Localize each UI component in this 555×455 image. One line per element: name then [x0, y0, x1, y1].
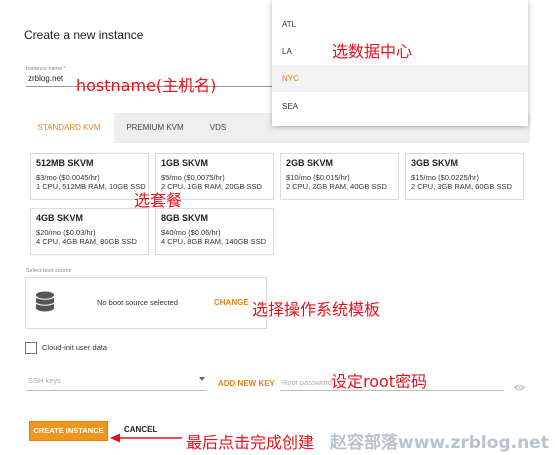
create-instance-panel: Create a new instance Instance name * zr…	[0, 0, 555, 455]
plan-name: 2GB SKVM	[286, 158, 334, 168]
annotation-datacenter: 选数据中心	[332, 42, 413, 61]
tab-vds[interactable]: VDS	[196, 113, 240, 143]
plan-name: 8GB SKVM	[161, 213, 209, 223]
annotation-os: 选择操作系统模板	[252, 300, 381, 319]
plan-specs: 4 CPU, 4GB RAM, 80GB SSD	[36, 237, 137, 246]
annotation-finish: 最后点击完成创建	[186, 433, 315, 452]
plan-name: 1GB SKVM	[161, 158, 209, 168]
plan-price: $20/mo ($0.03/hr)	[36, 228, 96, 237]
plan-name: 4GB SKVM	[36, 213, 84, 223]
plan-specs: 1 CPU, 512MB RAM, 10GB SSD	[36, 182, 146, 191]
datacenter-option-atl[interactable]: ATL	[272, 11, 528, 38]
add-new-key-button[interactable]: ADD NEW KEY	[218, 379, 275, 388]
annotation-arrow-icon	[110, 430, 182, 448]
cloud-init-label: Cloud-init user data	[42, 343, 108, 352]
plan-card-3gb[interactable]: 3GB SKVM $15/mo ($0.0225/hr) 2 CPU, 3GB …	[405, 153, 524, 200]
plan-card-512mb[interactable]: 512MB SKVM $3/mo ($0.0045/hr) 1 CPU, 512…	[30, 153, 149, 200]
chevron-down-icon	[199, 377, 205, 381]
annotation-plan: 选套餐	[134, 191, 183, 210]
datacenter-dropdown: ATL LA NYC SEA	[272, 0, 528, 126]
datacenter-option-nyc[interactable]: NYC	[272, 65, 528, 92]
plan-card-4gb[interactable]: 4GB SKVM $20/mo ($0.03/hr) 4 CPU, 4GB RA…	[30, 208, 149, 255]
ssh-keys-placeholder: SSH keys	[28, 376, 61, 385]
tab-premium-kvm[interactable]: PREMIUM KVM	[114, 113, 196, 143]
plan-price: $5/mo ($0.0075/hr)	[161, 173, 225, 182]
dialog-title: Create a new instance	[24, 28, 144, 42]
ssh-keys-select[interactable]: SSH keys	[26, 374, 207, 391]
plan-name: 512MB SKVM	[36, 158, 94, 168]
create-instance-button[interactable]: CREATE INSTANCE	[29, 421, 108, 441]
plan-name: 3GB SKVM	[411, 158, 459, 168]
plan-price: $3/mo ($0.0045/hr)	[36, 173, 100, 182]
plan-price: $10/mo ($0.015/hr)	[286, 173, 350, 182]
hostname-input[interactable]: zrblog.net	[28, 74, 63, 83]
database-icon	[35, 291, 55, 318]
plan-price: $40/mo ($0.06/hr)	[161, 228, 221, 237]
plan-price: $15/mo ($0.0225/hr)	[411, 173, 479, 182]
eye-icon[interactable]	[513, 379, 526, 397]
plan-specs: 2 CPU, 2GB RAM, 40GB SSD	[286, 182, 387, 191]
change-boot-source-button[interactable]: CHANGE	[214, 298, 249, 307]
plan-card-8gb[interactable]: 8GB SKVM $40/mo ($0.06/hr) 4 CPU, 8GB RA…	[155, 208, 274, 255]
cloud-init-checkbox[interactable]	[25, 342, 37, 354]
annotation-hostname: hostname(主机名)	[76, 76, 217, 95]
tab-standard-kvm[interactable]: STANDARD KVM	[24, 113, 114, 143]
plan-specs: 2 CPU, 3GB RAM, 60GB SSD	[411, 182, 512, 191]
plan-specs: 4 CPU, 8GB RAM, 140GB SSD	[161, 237, 267, 246]
annotation-root: 设定root密码	[331, 372, 428, 391]
plan-card-2gb[interactable]: 2GB SKVM $10/mo ($0.015/hr) 2 CPU, 2GB R…	[280, 153, 399, 200]
hostname-label: Instance name *	[26, 66, 66, 72]
boot-source-label: Select boot source	[26, 268, 72, 274]
watermark: 赵容部落www.zrblog.net	[330, 433, 549, 453]
datacenter-option-sea[interactable]: SEA	[272, 93, 528, 120]
boot-source-status: No boot source selected	[97, 298, 178, 307]
